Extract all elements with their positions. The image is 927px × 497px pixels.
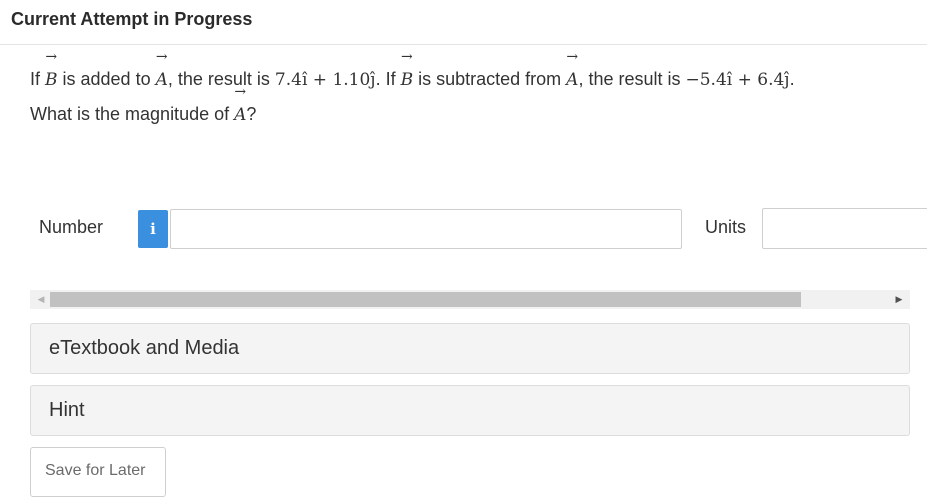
question-text-segment: , the result is — [578, 69, 686, 89]
info-icon[interactable]: i — [138, 210, 168, 248]
question-text: If → B is added to → A, the result is 7.4î… — [30, 50, 910, 132]
difference-expression: −5.4î + 6.4ĵ — [685, 70, 790, 90]
horizontal-scrollbar[interactable]: ◀ ▶ — [30, 290, 910, 309]
vector-arrow-icon: → — [155, 49, 168, 65]
hint-panel[interactable]: Hint — [30, 385, 910, 436]
question-text-segment: is subtracted from — [413, 69, 567, 89]
vector-a-symbol: A — [155, 70, 168, 90]
vector-arrow-icon: → — [234, 84, 247, 100]
vector-b: → B — [400, 50, 414, 97]
question-text-segment: ? — [246, 104, 257, 124]
page-title: Current Attempt in Progress — [11, 9, 253, 29]
vector-a-symbol: A — [566, 70, 579, 90]
vector-arrow-icon: → — [45, 49, 58, 65]
vector-b-symbol: B — [45, 70, 58, 90]
units-label: Units — [705, 217, 747, 237]
sum-expression: 7.4î + 1.10ĵ — [274, 70, 376, 90]
save-for-later-button[interactable]: Save for Later — [30, 447, 166, 497]
vector-a: → A — [566, 50, 579, 97]
vector-a: → A — [155, 50, 168, 97]
question-text-segment: What is the magnitude of — [30, 104, 235, 124]
save-for-later-label: Save for Later — [45, 462, 146, 479]
question-text-segment: . If — [375, 69, 401, 89]
header: Current Attempt in Progress — [0, 0, 927, 45]
question-text-segment: If — [30, 69, 46, 89]
vector-b-symbol: B — [400, 70, 414, 90]
question-text-segment: is added to — [57, 69, 156, 89]
vector-a: → A — [234, 85, 247, 132]
scroll-right-arrow-icon[interactable]: ▶ — [892, 290, 906, 309]
question-text-segment: , the result is — [167, 69, 275, 89]
etextbook-panel[interactable]: eTextbook and Media — [30, 323, 910, 374]
etextbook-label: eTextbook and Media — [49, 337, 240, 359]
vector-a-symbol: A — [234, 105, 247, 125]
vector-arrow-icon: → — [400, 49, 413, 65]
hint-label: Hint — [49, 399, 85, 421]
vector-b: → B — [45, 50, 58, 97]
number-input[interactable] — [170, 209, 682, 249]
vector-arrow-icon: → — [566, 49, 579, 65]
units-input[interactable] — [762, 208, 927, 249]
scroll-left-arrow-icon[interactable]: ◀ — [34, 290, 48, 309]
scrollbar-thumb[interactable] — [50, 292, 801, 307]
question-text-segment: . — [789, 69, 795, 89]
number-label: Number — [39, 217, 104, 237]
